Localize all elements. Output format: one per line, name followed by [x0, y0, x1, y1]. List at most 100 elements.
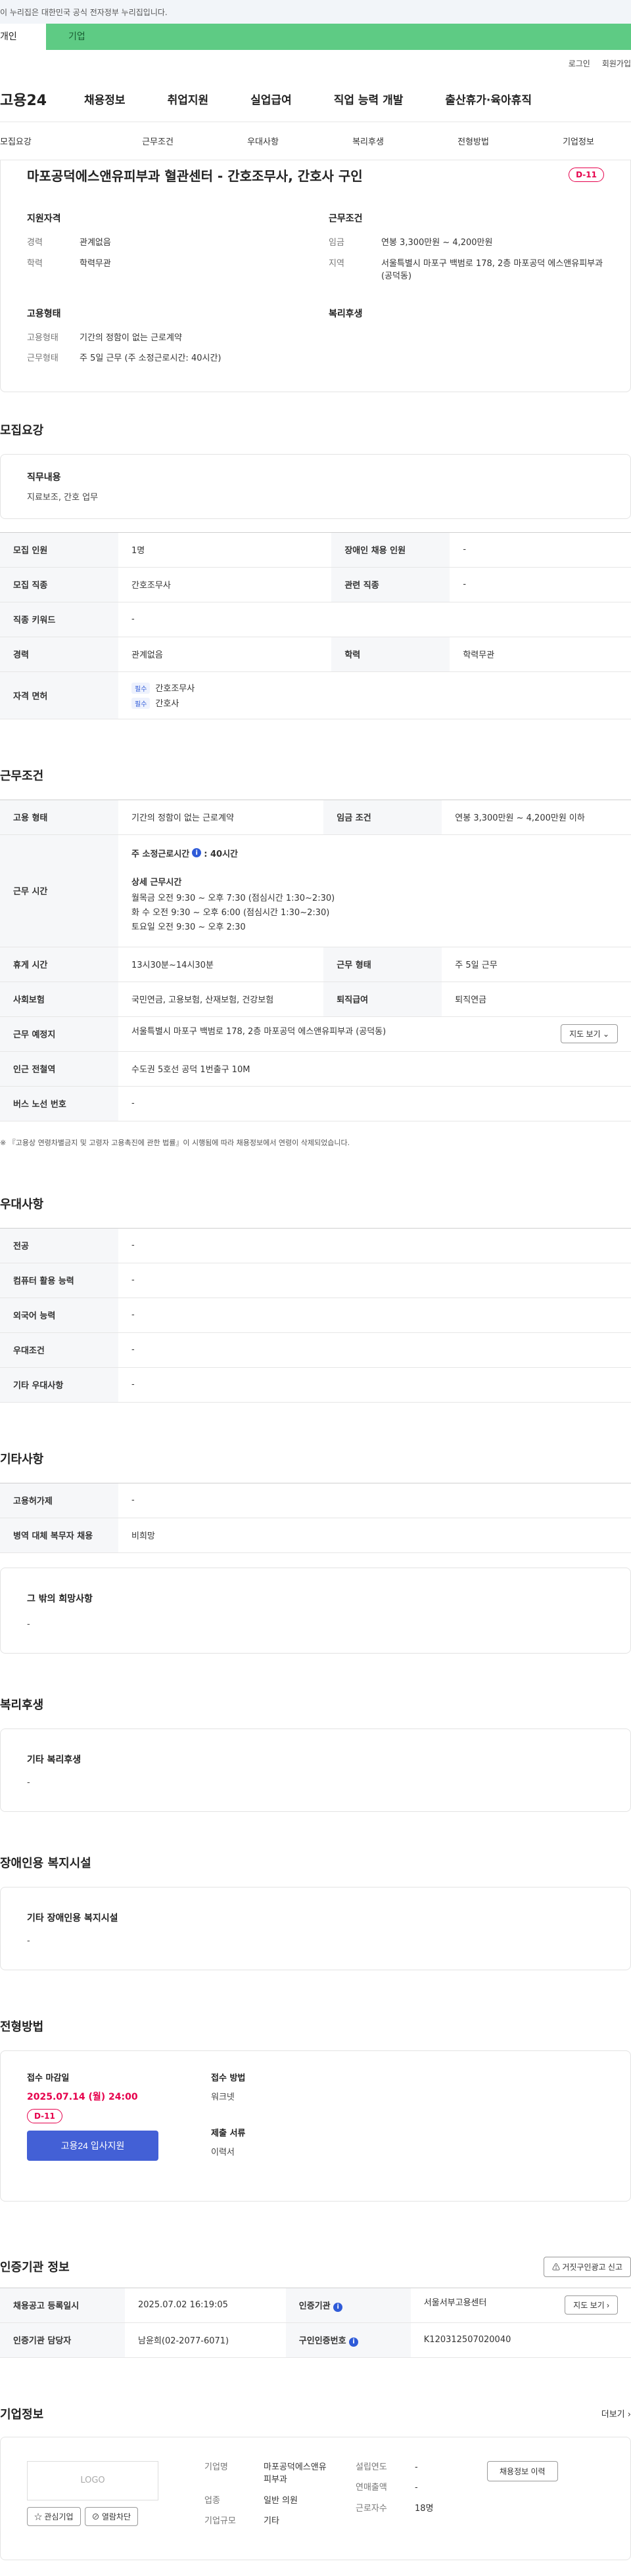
row-value: 18명 — [415, 2503, 434, 2514]
cell-key: 병역 대체 복무자 채용 — [0, 1518, 118, 1553]
table-row: 인근 전철역 수도권 5호선 공덕 1번출구 10M — [0, 1051, 631, 1087]
cell-key: 장애인 채용 인원 — [331, 532, 450, 568]
row-key: 임금 — [329, 238, 344, 248]
summary-header: 마포공덕에스앤유피부과 혈관센터 - 간호조무사, 간호사 구인 D-11 — [27, 160, 604, 189]
gnb-item-parental-leave[interactable]: 출산휴가·육아휴직 — [424, 91, 553, 107]
weekly-hours-label: 주 소정근로시간 — [131, 849, 190, 859]
license-item: 필수 간호조무사 — [131, 681, 631, 694]
summary-grid: 지원자격 경력 관계없음 학력 학력무관 근무조건 임금 연봉 3,300만원 ~ 4… — [27, 212, 604, 373]
gnb-item-vocational-training[interactable]: 직업 능력 개발 — [313, 91, 425, 107]
cell-value: 퇴직연금 — [442, 982, 631, 1017]
row-key: 지역 — [329, 258, 344, 269]
gnb-item-unemployment-benefit[interactable]: 실업급여 — [229, 91, 313, 107]
age-note: ※ 『고용상 연령차별금지 및 고령자 고용촉진에 관한 법률』이 시행됨에 따… — [0, 1138, 350, 1147]
row-key: 업종 — [204, 2495, 220, 2506]
cell-key: 자격 면허 — [0, 671, 118, 719]
table-row: 고용 형태 기간의 정함이 없는 근로계약 임금 조건 연봉 3,300만원 ~… — [0, 800, 631, 835]
info-icon[interactable]: i — [333, 2302, 343, 2312]
summary-row: 지역 서울특별시 마포구 백범로 178, 2층 마포공덕 에스앤유피부과 (공덕… — [329, 258, 604, 283]
row-value: 일반 의원 — [264, 2495, 298, 2506]
info-icon[interactable]: i — [192, 848, 202, 857]
anchor-work[interactable]: 근무조건 — [105, 135, 210, 147]
table-row: 경력 관계없음 학력 학력무관 — [0, 637, 631, 672]
wish-title: 그 밖의 희망사항 — [27, 1593, 93, 1604]
welfare-summary-block: 복리후생 — [329, 307, 604, 373]
row-key: 근무형태 — [27, 353, 58, 363]
employment-title: 고용형태 — [27, 308, 61, 319]
anchor-process[interactable]: 전형방법 — [421, 135, 526, 147]
license-name: 간호사 — [155, 699, 179, 709]
company-logo-block: LOGO ☆ 관심기업 ⊘ 열람차단 — [27, 2460, 158, 2536]
table-row: 우대조건 - — [0, 1332, 631, 1368]
welfare-summary-title: 복리후생 — [329, 308, 363, 319]
table-row: 기타 우대사항 - — [0, 1367, 631, 1403]
favorite-label: 관심기업 — [44, 2512, 74, 2521]
welfare-box-value: - — [27, 1777, 30, 1788]
site-logo[interactable]: 고용24 — [0, 89, 79, 110]
cell-key: 관련 직종 — [331, 567, 450, 602]
cell-value: 남윤희(02-2077-6071) — [125, 2322, 286, 2358]
row-value: 주 5일 근무 (주 소정근로시간: 40시간) — [80, 353, 222, 363]
gnb-item-jobs[interactable]: 채용정보 — [79, 91, 147, 107]
row-value: 서울특별시 마포구 백범로 178, 2층 마포공덕 에스앤유피부과 (공덕동) — [381, 258, 603, 282]
table-row: 컴퓨터 활용 능력 - — [0, 1263, 631, 1298]
cell-value: - — [450, 532, 631, 568]
cell-key: 사회보험 — [0, 982, 118, 1017]
block-company-button[interactable]: ⊘ 열람차단 — [84, 2506, 139, 2526]
preference-table: 전공 - 컴퓨터 활용 능력 - 외국어 능력 - 우대조건 - 기타 우대사항 - — [0, 1227, 631, 1403]
method-block: 접수 방법 워크넷 제출 서류 이력서 — [211, 2071, 245, 2181]
company-row: 연매출액 - — [356, 2481, 461, 2495]
info-icon[interactable]: i — [349, 2337, 359, 2347]
section-title-etc: 기타사항 — [0, 1452, 44, 1466]
tab-company[interactable]: 기업 — [46, 24, 631, 50]
license-item: 필수 간호사 — [131, 696, 631, 709]
more-link[interactable]: 더보기 › — [601, 2407, 631, 2420]
anchor-recruit[interactable]: 모집요강 — [0, 135, 105, 147]
anchor-welfare[interactable]: 복리후생 — [316, 135, 421, 147]
row-value: - — [415, 2462, 418, 2472]
tab-personal[interactable]: 개인 — [0, 24, 46, 50]
favorite-company-button[interactable]: ☆ 관심기업 — [27, 2506, 81, 2526]
cert-map-button[interactable]: 지도 보기 › — [565, 2295, 618, 2315]
detail-hours-line: 토요일 오전 9:30 ~ 오후 2:30 — [131, 922, 246, 932]
cell-key: 임금 조건 — [323, 800, 442, 835]
table-row: 인증기관 담당자 남윤희(02-2077-6071) 구인인증번호 i K120… — [0, 2322, 631, 2358]
map-button[interactable]: 지도 보기 ⌄ — [561, 1024, 618, 1044]
section-title-preference: 우대사항 — [0, 1197, 44, 1211]
cell-value: 서울서부고용센터 지도 보기 › — [410, 2288, 631, 2323]
dday-badge: D-11 — [569, 168, 604, 182]
job-history-button[interactable]: 채용정보 이력 — [487, 2460, 558, 2481]
cell-key: 버스 노선 번호 — [0, 1086, 118, 1121]
cell-value: 학력무관 — [450, 637, 631, 672]
license-name: 간호조무사 — [155, 684, 195, 694]
login-link[interactable]: 로그인 — [569, 58, 590, 69]
anchor-preference[interactable]: 우대사항 — [210, 135, 316, 147]
cell-value: 13시30분~14시30분 — [118, 947, 324, 982]
join-link[interactable]: 회원가입 — [602, 58, 631, 69]
table-row: 근무 시간 주 소정근로시간 i: 40시간 상세 근무시간 월목금 오전 9:3… — [0, 834, 631, 947]
map-button-label: 지도 보기 — [569, 1029, 601, 1039]
cell-key: 구인인증번호 i — [285, 2322, 411, 2358]
company-row: 근로자수 18명 — [356, 2502, 461, 2516]
duty-value: 지료보조, 간호 업무 — [27, 492, 99, 503]
cell-key: 고용 형태 — [0, 800, 118, 835]
cell-key: 컴퓨터 활용 능력 — [0, 1263, 118, 1298]
block-icon: ⊘ — [91, 2512, 100, 2521]
chevron-right-icon: › — [627, 2410, 631, 2420]
cell-key: 전공 — [0, 1228, 118, 1263]
report-false-ad-button[interactable]: ⚠ 거짓구인광고 신고 — [543, 2256, 631, 2277]
wish-box: 그 밖의 희망사항 - — [0, 1567, 631, 1654]
more-label: 더보기 — [601, 2410, 625, 2420]
row-value: 기타 — [264, 2516, 279, 2527]
cell-value: 국민연금, 고용보험, 산재보험, 건강보험 — [118, 982, 324, 1017]
map-button-label: 지도 보기 — [573, 2301, 605, 2311]
cell-value: 비희망 — [118, 1518, 631, 1553]
conditions-title: 근무조건 — [329, 214, 363, 224]
company-row: 기업규모 기타 — [204, 2515, 329, 2528]
company-card: LOGO ☆ 관심기업 ⊘ 열람차단 기업명 마포공덕에스앤유피부과 업종 일반 의… — [0, 2436, 631, 2560]
docs-value: 이력서 — [211, 2147, 235, 2158]
anchor-company[interactable]: 기업정보 — [526, 135, 631, 147]
apply-button[interactable]: 고용24 입사지원 — [27, 2130, 158, 2161]
work-place: 서울특별시 마포구 백범로 178, 2층 마포공덕 에스앤유피부과 (공덕동) — [131, 1027, 386, 1037]
gnb-item-employment-support[interactable]: 취업지원 — [147, 91, 230, 107]
